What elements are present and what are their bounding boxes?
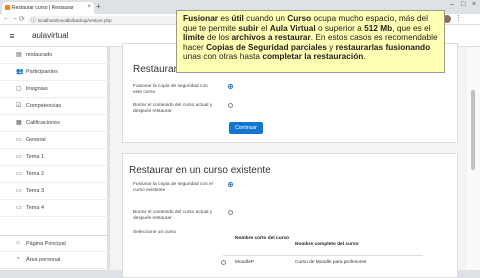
- merge-radio[interactable]: [228, 84, 233, 89]
- folder-icon: ▭: [16, 137, 22, 143]
- note-text: es: [218, 13, 232, 23]
- note-text: o superior a: [315, 22, 365, 33]
- nav-drawer: ▤ restaurado 👥 Participantes ▢ Insignias ☑ C…: [0, 47, 108, 270]
- merge-option-label: Fusionar la copia de seguridad con el cu…: [133, 182, 213, 193]
- note-highlight: Copias de Seguridad parciales: [206, 41, 327, 52]
- back-icon[interactable]: ←: [3, 15, 10, 22]
- folder-icon: ▭: [16, 188, 22, 194]
- course-icon: ▤: [16, 52, 22, 58]
- scrollbar-thumb[interactable]: [471, 90, 475, 170]
- drawer-item-label: Insignias: [26, 86, 48, 92]
- note-text: y: [326, 41, 336, 52]
- note-highlight: Aula Virtual: [269, 22, 316, 33]
- drawer-item-tema-2[interactable]: ▭ Tema 2: [0, 166, 108, 183]
- note-text: el: [258, 22, 270, 33]
- folder-icon: ▭: [16, 205, 22, 211]
- drawer-item-tema-4[interactable]: ▭ Tema 4: [0, 200, 108, 217]
- drawer-item-label: General: [26, 137, 46, 143]
- maximize-button[interactable]: □: [461, 1, 465, 8]
- course-short-name: MoodleP: [235, 260, 254, 265]
- info-icon: ⓘ: [31, 18, 37, 24]
- reload-icon[interactable]: ⟳: [19, 15, 25, 23]
- site-brand[interactable]: aulavirtual: [32, 31, 68, 40]
- url-text: localhost/moodle/backup/restore.php: [38, 17, 112, 23]
- drawer-item-dashboard[interactable]: ◔ Área personal: [0, 252, 108, 269]
- note-highlight: restaurarlas fusionando: [335, 41, 431, 52]
- drawer-item-competencies[interactable]: ☑ Competencias: [0, 98, 108, 115]
- users-icon: 👥: [16, 69, 24, 75]
- table-divider: [223, 255, 423, 256]
- note-text: cuando un: [243, 13, 288, 23]
- drawer-item-label: Tema 2: [26, 171, 45, 177]
- close-tab-icon[interactable]: ×: [87, 4, 91, 10]
- note-highlight: subir: [238, 22, 259, 33]
- note-highlight: 512 Mb: [364, 22, 393, 33]
- drawer-item-label: Tema 3: [26, 188, 45, 194]
- course-row-radio[interactable]: [221, 260, 226, 265]
- drawer-item-label: restaurado: [26, 52, 53, 58]
- merge-radio[interactable]: [228, 182, 233, 187]
- hamburger-menu-icon[interactable]: ≡: [6, 30, 18, 42]
- folder-icon: ▭: [16, 171, 22, 177]
- tab-title: Restaurar curso | Restaurar: [12, 5, 74, 11]
- checkbox-icon: ☑: [16, 103, 22, 109]
- course-full-name: Curso de Moodle para profesores: [295, 260, 367, 265]
- drawer-item-label: Competencias: [26, 103, 62, 109]
- badge-icon: ▢: [16, 86, 22, 92]
- delete-radio[interactable]: [228, 103, 233, 108]
- merge-option-label: Fusionar la copia de seguridad con este …: [133, 84, 208, 95]
- select-course-label: Seleccione un curso: [133, 230, 177, 235]
- delete-option-label: Borrar el contenido del curso actual y d…: [133, 103, 213, 114]
- note-highlight: Fusionar: [183, 13, 219, 23]
- delete-radio[interactable]: [228, 210, 233, 215]
- note-text: , que es el: [392, 22, 431, 33]
- close-window-button[interactable]: ×: [472, 1, 476, 8]
- drawer-item-label: Página Principal: [26, 241, 66, 247]
- forward-icon[interactable]: →: [11, 15, 18, 22]
- table-icon: ▦: [16, 120, 22, 126]
- note-text: .: [363, 51, 366, 62]
- minimize-button[interactable]: –: [450, 1, 454, 8]
- note-text: unas con otras hasta: [183, 51, 263, 62]
- main-content: Restaurar en este curso Fusionar la copi…: [110, 43, 467, 278]
- drawer-item-tema-3[interactable]: ▭ Tema 3: [0, 183, 108, 200]
- drawer-item-label: Calificaciones: [26, 120, 60, 126]
- browser-menu-icon[interactable]: ⋮: [455, 14, 462, 22]
- note-highlight: Curso: [287, 13, 312, 23]
- note-text: de los: [204, 32, 232, 43]
- delete-option-label: Borrar el contenido del curso actual y d…: [133, 210, 213, 221]
- note-highlight: completar la restauración: [262, 51, 364, 62]
- drawer-item-label: Área personal: [26, 257, 61, 263]
- drawer-item-label: Tema 4: [26, 205, 45, 211]
- folder-icon: ▭: [16, 154, 22, 160]
- moodle-favicon-icon: [5, 5, 10, 10]
- column-header-full-name: Nombre completo del curso: [295, 242, 359, 247]
- drawer-item-label: Tema 1: [26, 154, 45, 160]
- drawer-item-participants[interactable]: 👥 Participantes: [0, 64, 108, 81]
- home-icon: ⌂: [16, 240, 20, 246]
- continue-button[interactable]: Continuar: [229, 122, 263, 134]
- drawer-item-tema-1[interactable]: ▭ Tema 1: [0, 149, 108, 166]
- note-highlight: archivos a restaurar: [231, 32, 311, 43]
- note-highlight: límite: [183, 32, 205, 43]
- drawer-item-course[interactable]: ▤ restaurado: [0, 47, 108, 64]
- drawer-item-general[interactable]: ▭ General: [0, 132, 108, 149]
- restore-existing-course-card: Restaurar en un curso existente Fusionar…: [122, 153, 458, 278]
- note-highlight: útil: [231, 13, 244, 23]
- column-header-short-name: Nombre corto del curso: [235, 236, 290, 241]
- drawer-item-badges[interactable]: ▢ Insignias: [0, 81, 108, 98]
- browser-tab[interactable]: Restaurar curso | Restaurar ×: [2, 2, 94, 14]
- annotation-note: Fusionar es útil cuando un Curso ocupa m…: [176, 10, 445, 73]
- drawer-item-grades[interactable]: ▦ Calificaciones: [0, 115, 108, 132]
- drawer-item-label: Participantes: [26, 69, 58, 75]
- dashboard-icon: ◔: [16, 256, 20, 262]
- drawer-item-home[interactable]: ⌂ Página Principal: [0, 235, 108, 252]
- new-tab-button[interactable]: +: [96, 2, 101, 11]
- card-title: Restaurar en un curso existente: [129, 165, 271, 176]
